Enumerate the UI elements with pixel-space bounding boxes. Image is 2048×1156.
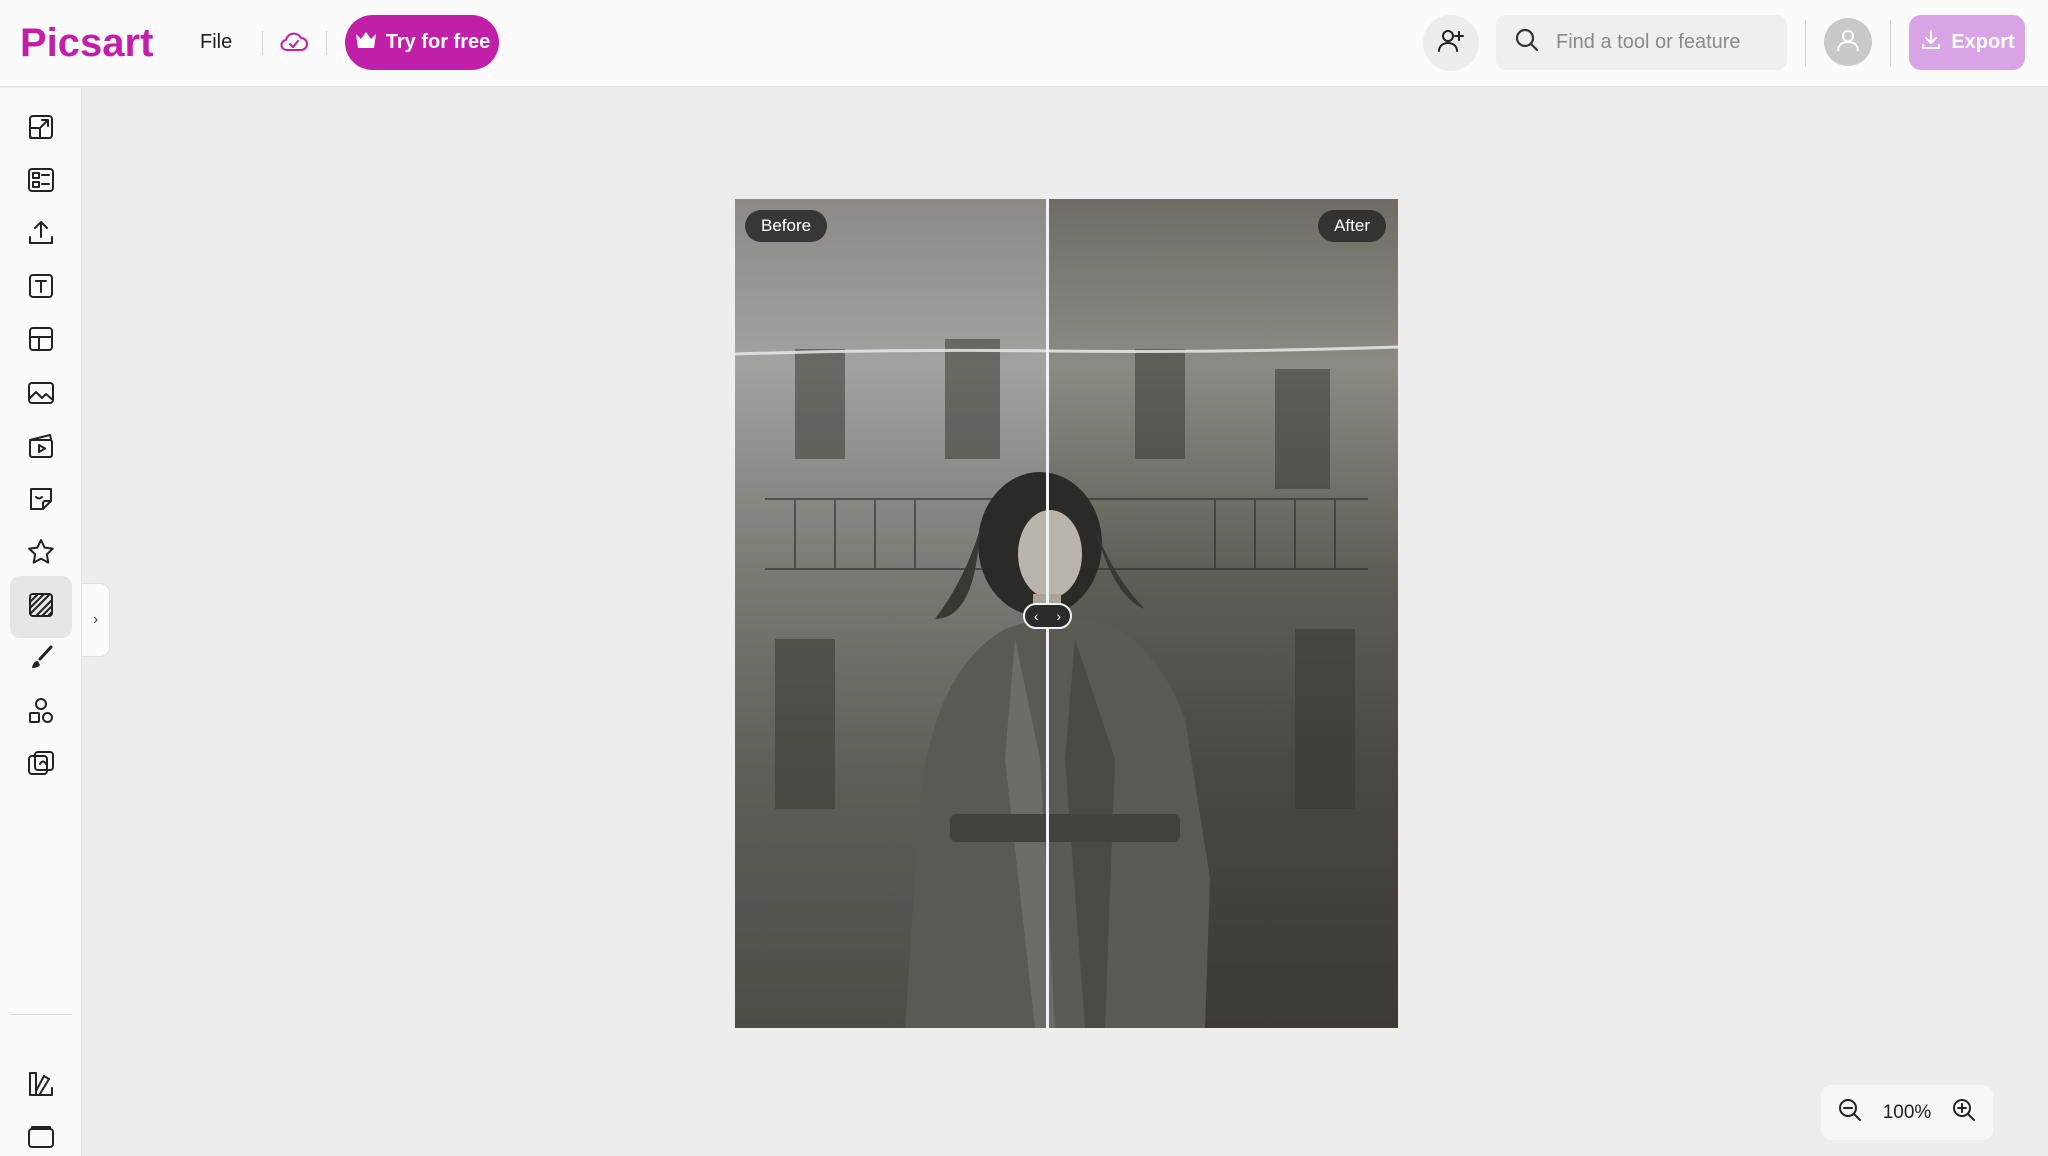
ai-tools-icon [25, 748, 57, 785]
before-after-preview[interactable]: ‹ › Before After [735, 199, 1398, 1028]
video-icon [25, 430, 57, 467]
add-user-icon [1436, 26, 1466, 61]
top-bar: Picsart File Try for free Find a tool or… [0, 0, 2048, 87]
export-label: Export [1951, 31, 2015, 53]
zoom-controls: 100% [1821, 1085, 1993, 1140]
folders-icon [25, 1121, 57, 1156]
left-toolbar [0, 88, 82, 1156]
brush-icon [25, 642, 57, 679]
after-label: After [1318, 210, 1386, 242]
header-divider [1890, 20, 1891, 66]
stickers-icon [25, 483, 57, 520]
sidebar-item-folders[interactable] [10, 1108, 72, 1156]
zoom-in-icon [1951, 1097, 1977, 1128]
zoom-in-button[interactable] [1949, 1098, 1979, 1128]
search-icon [1514, 27, 1540, 58]
sidebar-item-ai-tools[interactable] [10, 735, 72, 797]
cloud-save-icon[interactable] [278, 26, 310, 58]
templates-icon [25, 164, 57, 201]
try-for-free-button[interactable]: Try for free [345, 15, 499, 70]
try-for-free-label: Try for free [385, 31, 491, 53]
sidebar-item-layout[interactable] [10, 310, 72, 372]
resize-icon [25, 111, 57, 148]
zoom-out-icon [1837, 1097, 1863, 1128]
zoom-level: 100% [1882, 1101, 1932, 1123]
user-avatar[interactable] [1824, 18, 1872, 66]
chevron-left-icon: ‹ [1033, 608, 1039, 624]
export-button[interactable]: Export [1909, 15, 2025, 70]
search-bar[interactable] [1496, 15, 1787, 70]
invite-collaborator-button[interactable] [1423, 15, 1479, 71]
download-icon [1919, 28, 1943, 58]
chevron-right-icon: › [92, 611, 99, 628]
favorites-icon [25, 536, 57, 573]
file-menu[interactable]: File [200, 31, 232, 54]
upload-icon [25, 217, 57, 254]
picsart-logo[interactable]: Picsart [20, 18, 170, 66]
expand-panel-button[interactable]: › [82, 583, 110, 657]
compare-slider-handle[interactable]: ‹ › [1023, 603, 1072, 629]
crown-icon [354, 30, 378, 56]
text-icon [25, 270, 57, 307]
zoom-out-button[interactable] [1835, 1098, 1865, 1128]
elements-icon [25, 695, 57, 732]
header-divider [326, 31, 327, 55]
background-icon [25, 589, 57, 626]
header-divider [262, 31, 263, 55]
before-label: Before [745, 210, 828, 242]
header-divider [1805, 20, 1806, 66]
search-input[interactable] [1556, 31, 1776, 54]
user-icon [1833, 25, 1863, 60]
layout-icon [25, 323, 57, 360]
photos-icon [25, 377, 57, 414]
logo-text: Picsart [20, 21, 153, 65]
brand-kit-icon [25, 1068, 57, 1105]
sidebar-divider [10, 1014, 72, 1015]
chevron-right-icon: › [1056, 608, 1062, 624]
